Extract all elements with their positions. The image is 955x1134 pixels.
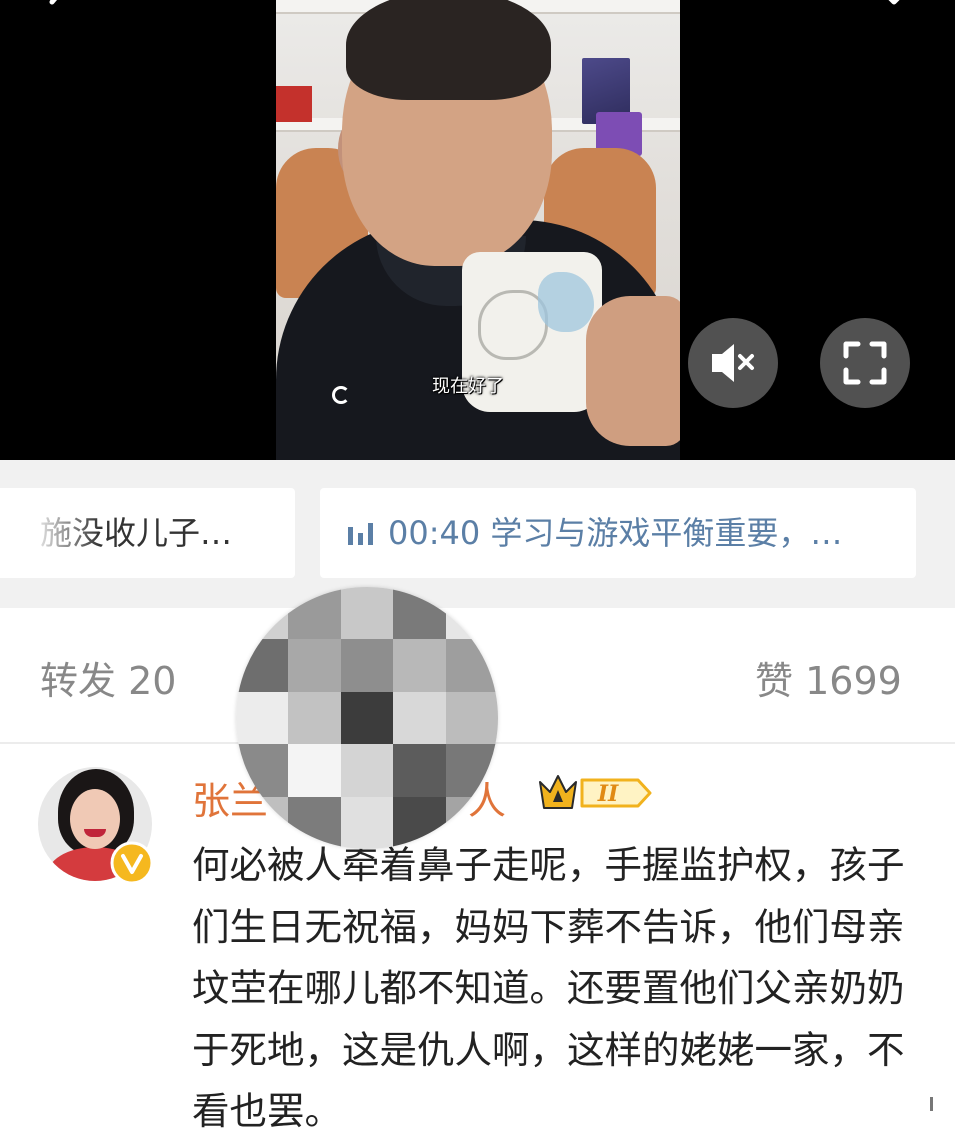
crown-vip-icon[interactable]: II: [538, 770, 654, 816]
fullscreen-corners-icon: [843, 341, 887, 385]
repost-count[interactable]: 转发 20: [40, 650, 176, 705]
video-subtitle: 现在好了: [432, 376, 504, 397]
fullscreen-button[interactable]: [820, 318, 910, 408]
close-icon[interactable]: [880, 0, 910, 18]
related-videos-bar: 施没收儿子… 00:40 学习与游戏平衡重要，…: [0, 460, 955, 608]
related-video-chip-current[interactable]: 00:40 学习与游戏平衡重要，…: [320, 488, 916, 578]
like-label: 赞: [755, 659, 794, 703]
back-chevron-icon[interactable]: [42, 0, 72, 18]
chip-right-text: 学习与游戏平衡重要，…: [490, 514, 843, 552]
privacy-mosaic: [236, 587, 498, 849]
mute-button[interactable]: [688, 318, 778, 408]
video-player[interactable]: 现在好了: [0, 0, 955, 460]
like-number: 1699: [805, 659, 902, 703]
vip-level: II: [597, 781, 619, 807]
scroll-indicator: [930, 1097, 933, 1111]
speaker-muted-icon: [712, 344, 754, 382]
comment-body: 何必被人牵着鼻子走呢，手握监护权，孩子们生日无祝福，妈妈下葬不告诉，他们母亲坟茔…: [192, 843, 905, 1133]
audio-bars-icon: [348, 523, 373, 545]
repost-label: 转发: [40, 659, 117, 703]
like-count[interactable]: 赞 1699: [755, 650, 902, 705]
chip-time: 00:40: [388, 514, 481, 552]
verified-v-icon: [110, 841, 154, 885]
video-frame: 现在好了: [276, 0, 680, 460]
related-video-chip-previous[interactable]: 施没收儿子…: [0, 488, 295, 578]
repost-number: 20: [128, 659, 177, 703]
